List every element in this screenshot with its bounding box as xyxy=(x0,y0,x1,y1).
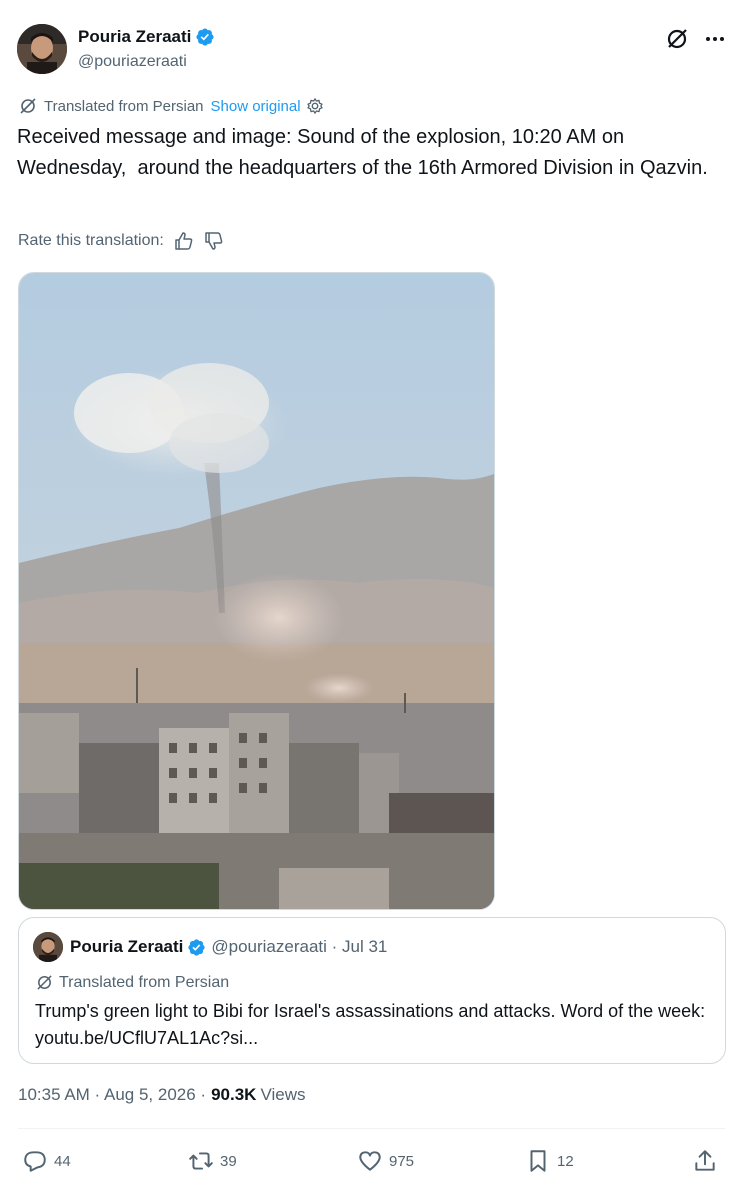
show-original-link[interactable]: Show original xyxy=(211,98,301,115)
like-count: 975 xyxy=(389,1152,415,1170)
reply-button[interactable]: 44 xyxy=(22,1144,71,1178)
action-bar: 44 39 975 12 xyxy=(0,1144,751,1178)
repost-count: 39 xyxy=(220,1152,237,1170)
quoted-tweet-text: Trump's green light to Bibi for Israel's… xyxy=(35,1001,706,1048)
grok-icon[interactable] xyxy=(664,26,690,52)
repost-button[interactable]: 39 xyxy=(188,1144,237,1178)
thumbs-down-icon[interactable] xyxy=(204,231,224,251)
more-icon[interactable] xyxy=(702,26,728,52)
author-avatar[interactable] xyxy=(17,24,67,74)
bookmark-icon xyxy=(530,1150,546,1172)
tweet-photo[interactable] xyxy=(18,272,495,910)
tweet-header: Pouria Zeraati @pouriazeraati xyxy=(17,22,732,78)
quoted-translation-notice: Translated from Persian xyxy=(35,973,229,992)
verified-badge-icon xyxy=(188,938,205,956)
bookmark-button[interactable]: 12 xyxy=(525,1144,574,1178)
bookmark-count: 12 xyxy=(557,1152,574,1170)
divider xyxy=(18,1128,725,1129)
quoted-author-avatar xyxy=(33,932,63,962)
like-icon xyxy=(359,1151,381,1171)
reply-count: 44 xyxy=(54,1152,71,1170)
like-button[interactable]: 975 xyxy=(357,1144,414,1178)
views-count: 90.3K xyxy=(211,1085,257,1104)
views-label: Views xyxy=(260,1085,306,1104)
translate-icon xyxy=(37,975,52,990)
translation-label: Translated from Persian xyxy=(44,97,204,115)
verified-badge-icon xyxy=(196,28,214,46)
rate-translation: Rate this translation: xyxy=(18,231,224,251)
gear-icon[interactable] xyxy=(306,97,324,115)
tweet-timestamp[interactable]: 10:35 AM · Aug 5, 2026 · xyxy=(18,1085,206,1105)
repost-icon xyxy=(189,1152,213,1170)
quoted-handle-date: @pouriazeraati · Jul 31 xyxy=(211,937,388,956)
quoted-author-name: Pouria Zeraati xyxy=(70,937,184,956)
share-button[interactable] xyxy=(692,1144,724,1178)
quoted-translation-label: Translated from Persian xyxy=(59,973,230,991)
rate-label: Rate this translation: xyxy=(18,232,164,249)
quoted-tweet[interactable]: Pouria Zeraati @pouriazeraati · Jul 31 T… xyxy=(18,917,726,1064)
tweet-meta: 10:35 AM · Aug 5, 2026 · 90.3K Views xyxy=(18,1085,306,1105)
author-handle[interactable]: @pouriazeraati xyxy=(78,53,187,71)
reply-icon xyxy=(24,1151,46,1172)
tweet-text: Received message and image: Sound of the… xyxy=(17,126,708,179)
translation-notice: Translated from Persian Show original xyxy=(18,96,324,116)
share-icon xyxy=(695,1150,715,1171)
author-name[interactable]: Pouria Zeraati xyxy=(78,27,191,47)
thumbs-up-icon[interactable] xyxy=(174,231,194,251)
translate-icon xyxy=(20,98,36,114)
